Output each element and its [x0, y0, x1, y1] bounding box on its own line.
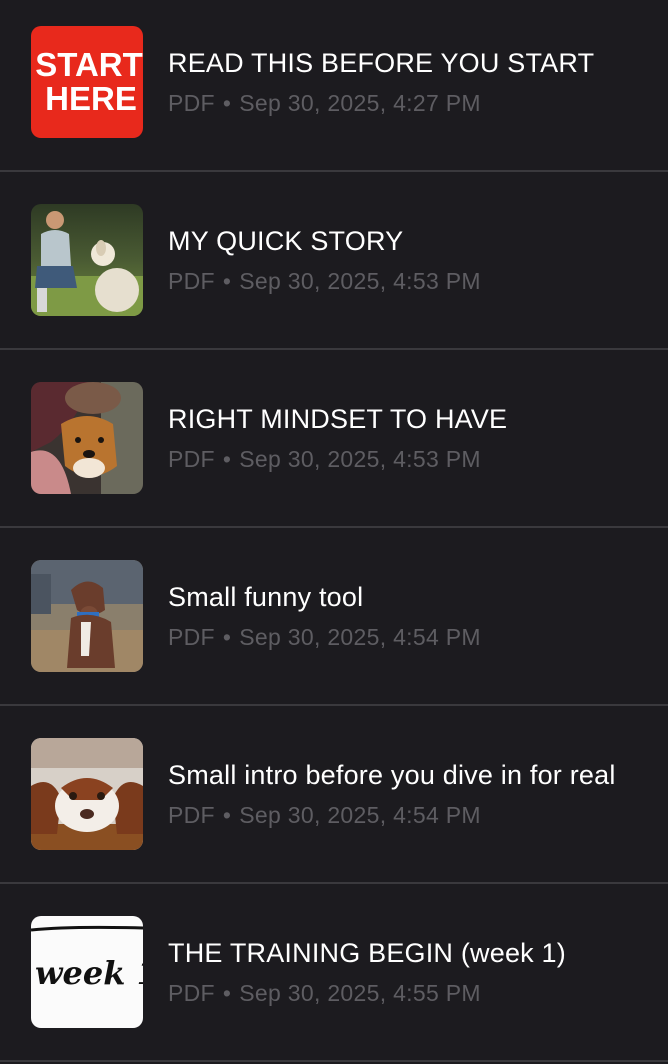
- dog-resting-head-photo: [31, 738, 143, 850]
- list-item-small-funny-tool[interactable]: Small funny tool PDF • Sep 30, 2025, 4:54 …: [0, 534, 668, 712]
- item-title: Small intro before you dive in for real: [168, 760, 616, 790]
- divider: [0, 348, 668, 350]
- divider: [0, 170, 668, 172]
- item-type: PDF: [168, 980, 215, 1006]
- item-meta: PDF • Sep 30, 2025, 4:54 PM: [168, 624, 481, 651]
- meta-separator: •: [222, 90, 232, 116]
- item-title: RIGHT MINDSET TO HAVE: [168, 404, 508, 434]
- divider: [0, 526, 668, 528]
- item-type: PDF: [168, 268, 215, 294]
- list-item-my-quick-story[interactable]: MY QUICK STORY PDF • Sep 30, 2025, 4:53 PM: [0, 178, 668, 356]
- item-date: Sep 30, 2025, 4:53 PM: [239, 268, 481, 294]
- item-date: Sep 30, 2025, 4:53 PM: [239, 446, 481, 472]
- divider: [0, 1060, 668, 1062]
- start-here-thumbnail: START HERE: [31, 26, 143, 138]
- man-with-dog-photo: [31, 204, 143, 316]
- sitting-dog-photo: [31, 560, 143, 672]
- item-meta: PDF • Sep 30, 2025, 4:53 PM: [168, 268, 481, 295]
- meta-separator: •: [222, 268, 232, 294]
- item-title: Small funny tool: [168, 582, 364, 612]
- list-item-small-intro[interactable]: Small intro before you dive in for real …: [0, 712, 668, 890]
- item-title: THE TRAINING BEGIN (week 1): [168, 938, 566, 968]
- item-meta: PDF • Sep 30, 2025, 4:27 PM: [168, 90, 481, 117]
- item-date: Sep 30, 2025, 4:27 PM: [239, 90, 481, 116]
- item-meta: PDF • Sep 30, 2025, 4:54 PM: [168, 802, 481, 829]
- item-title: MY QUICK STORY: [168, 226, 404, 256]
- thumb-text-here: HERE: [45, 80, 137, 117]
- week-1-thumbnail: week 1: [31, 916, 143, 1028]
- item-title: READ THIS BEFORE YOU START: [168, 48, 595, 78]
- meta-separator: •: [222, 624, 232, 650]
- hugging-dog-photo: [31, 382, 143, 494]
- thumb-text-start: START: [35, 46, 143, 83]
- item-date: Sep 30, 2025, 4:54 PM: [239, 802, 481, 828]
- item-date: Sep 30, 2025, 4:54 PM: [239, 624, 481, 650]
- meta-separator: •: [222, 446, 232, 472]
- meta-separator: •: [222, 980, 232, 1006]
- list-item-right-mindset[interactable]: RIGHT MINDSET TO HAVE PDF • Sep 30, 2025, …: [0, 356, 668, 534]
- item-type: PDF: [168, 624, 215, 650]
- item-meta: PDF • Sep 30, 2025, 4:53 PM: [168, 446, 481, 473]
- item-date: Sep 30, 2025, 4:55 PM: [239, 980, 481, 1006]
- divider: [0, 882, 668, 884]
- document-list: START HERE READ THIS BEFORE YOU START PD…: [0, 0, 668, 1064]
- thumb-text-week-1: week 1: [35, 954, 143, 992]
- meta-separator: •: [222, 802, 232, 828]
- list-item-read-this[interactable]: START HERE READ THIS BEFORE YOU START PD…: [0, 0, 668, 178]
- item-type: PDF: [168, 802, 215, 828]
- item-type: PDF: [168, 446, 215, 472]
- list-item-training-begin[interactable]: week 1 THE TRAINING BEGIN (week 1) PDF • S…: [0, 890, 668, 1064]
- item-type: PDF: [168, 90, 215, 116]
- divider: [0, 704, 668, 706]
- item-meta: PDF • Sep 30, 2025, 4:55 PM: [168, 980, 481, 1007]
